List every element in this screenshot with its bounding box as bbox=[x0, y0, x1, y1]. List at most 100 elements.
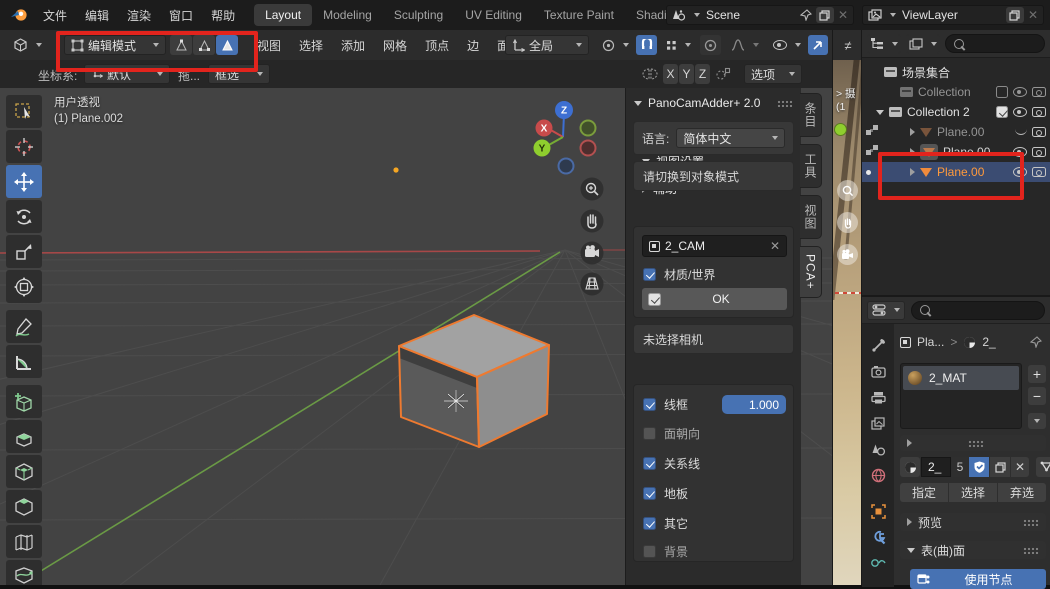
tab-viewlayer-properties[interactable] bbox=[862, 410, 894, 436]
material-browse-button[interactable] bbox=[900, 457, 920, 477]
unlink-scene-icon[interactable]: ✕ bbox=[838, 9, 848, 21]
hidden-eye-icon[interactable] bbox=[1015, 129, 1027, 135]
tab-view[interactable]: 视图 bbox=[800, 195, 822, 239]
surface-panel-header[interactable]: 表(曲)面 bbox=[900, 541, 1046, 559]
axis-z-button[interactable]: Z bbox=[695, 64, 710, 84]
copy-material-button[interactable] bbox=[990, 457, 1010, 477]
relation-lines-checkbox[interactable] bbox=[643, 457, 656, 470]
wireframe-slider[interactable]: 1.000 bbox=[722, 395, 786, 414]
tab-pca-plus[interactable]: PCA+ bbox=[800, 246, 822, 298]
remove-slot-button[interactable]: − bbox=[1028, 387, 1046, 405]
deselect-button[interactable]: 弃选 bbox=[998, 483, 1046, 502]
viewlayer-dropdown-chevron[interactable] bbox=[890, 13, 896, 17]
collection-include-checkbox[interactable] bbox=[996, 106, 1008, 118]
background-checkbox[interactable] bbox=[643, 545, 656, 558]
edge-select-button[interactable] bbox=[193, 35, 215, 55]
annotate-tool[interactable] bbox=[6, 310, 42, 343]
options-dropdown[interactable]: 选项 bbox=[744, 64, 802, 84]
tab-physics-properties[interactable] bbox=[862, 550, 894, 576]
material-slot-row[interactable]: 2_MAT bbox=[903, 366, 1019, 390]
menu-window[interactable]: 窗口 bbox=[160, 4, 202, 26]
orientation-dropdown[interactable]: 全局 bbox=[505, 35, 589, 55]
menu-select[interactable]: 选择 bbox=[290, 34, 332, 56]
outliner-filter-dropdown[interactable] bbox=[906, 34, 940, 54]
move-tool[interactable] bbox=[6, 165, 42, 198]
loop-cut-tool[interactable] bbox=[6, 525, 42, 558]
menu-mesh[interactable]: 网格 bbox=[374, 34, 416, 56]
axis-y-button[interactable]: Y bbox=[679, 64, 694, 84]
wireframe-row[interactable]: 线框 1.000 bbox=[643, 395, 786, 414]
transform-tool[interactable] bbox=[6, 270, 42, 303]
mini-gizmo-y-ball[interactable] bbox=[834, 123, 847, 136]
outliner-row-collection1[interactable]: Collection bbox=[862, 82, 1050, 102]
hide-eye-icon[interactable] bbox=[1013, 87, 1027, 97]
pivot-dropdown[interactable] bbox=[595, 35, 631, 55]
drag-mode-dropdown[interactable]: 框选 bbox=[208, 64, 270, 84]
tab-modeling[interactable]: Modeling bbox=[312, 4, 383, 26]
mini-zoom-button[interactable] bbox=[837, 180, 858, 201]
fake-user-shield-button[interactable] bbox=[969, 457, 989, 477]
remove-viewlayer-icon[interactable]: ✕ bbox=[1028, 9, 1038, 21]
tab-modifier-properties[interactable] bbox=[862, 524, 894, 550]
rotate-tool[interactable] bbox=[6, 200, 42, 233]
snap-settings-icon[interactable] bbox=[716, 67, 731, 80]
scale-tool[interactable] bbox=[6, 235, 42, 268]
gizmos-toggle-button[interactable] bbox=[808, 35, 828, 55]
coord-system-dropdown[interactable]: 默认 bbox=[84, 64, 170, 84]
viewport-3d[interactable]: 用户透视 (1) Plane.002 Z X Y bbox=[0, 88, 832, 585]
select-button[interactable]: 选择 bbox=[949, 483, 997, 502]
unlink-material-button[interactable]: ✕ bbox=[1011, 457, 1029, 477]
tab-layout[interactable]: Layout bbox=[254, 4, 312, 26]
scene-icon[interactable] bbox=[672, 9, 686, 21]
filter-icon[interactable]: ≠ bbox=[844, 38, 851, 53]
new-viewlayer-icon[interactable] bbox=[1006, 7, 1024, 23]
outliner-display-mode-dropdown[interactable] bbox=[867, 34, 901, 54]
pin-icon[interactable] bbox=[1030, 336, 1042, 348]
disable-render-icon[interactable] bbox=[1032, 127, 1046, 137]
viewport-nav-buttons[interactable] bbox=[578, 176, 606, 306]
mini-viewport[interactable]: ≠ > 摄 (1 bbox=[832, 30, 862, 585]
menu-vertex[interactable]: 顶点 bbox=[416, 34, 458, 56]
viewlayer-icon[interactable] bbox=[868, 9, 882, 21]
others-row[interactable]: 其它 bbox=[643, 515, 688, 532]
drag-handle-icon[interactable] bbox=[777, 100, 793, 107]
menu-edit[interactable]: 编辑 bbox=[76, 4, 118, 26]
slot-expander-row[interactable] bbox=[900, 435, 1046, 451]
assign-button[interactable]: 指定 bbox=[900, 483, 948, 502]
expand-icon[interactable] bbox=[910, 128, 915, 136]
background-row[interactable]: 背景 bbox=[643, 543, 688, 560]
proportional-edit-button[interactable] bbox=[700, 35, 721, 55]
breadcrumb-object[interactable]: Pla... bbox=[917, 335, 944, 349]
menu-edge[interactable]: 边 bbox=[458, 34, 488, 56]
properties-editor-type-dropdown[interactable] bbox=[867, 301, 905, 320]
face-orientation-checkbox[interactable] bbox=[643, 427, 656, 440]
tab-object-properties[interactable] bbox=[862, 498, 894, 524]
symmetry-icon[interactable] bbox=[642, 67, 658, 81]
pin-icon[interactable] bbox=[800, 9, 812, 21]
outliner-row-plane-c-selected[interactable]: Plane.00 bbox=[862, 162, 1050, 182]
add-slot-button[interactable]: + bbox=[1028, 365, 1046, 383]
editor-type-dropdown[interactable] bbox=[6, 35, 46, 55]
collection-exclude-checkbox[interactable] bbox=[996, 86, 1008, 98]
snap-toggle-button[interactable] bbox=[636, 35, 657, 55]
tab-output-properties[interactable] bbox=[862, 384, 894, 410]
scene-dropdown-chevron[interactable] bbox=[694, 13, 700, 17]
tab-tool[interactable]: 工具 bbox=[800, 144, 822, 188]
language-dropdown[interactable]: 简体中文 bbox=[676, 128, 785, 148]
outliner-search[interactable] bbox=[945, 34, 1045, 53]
hide-eye-icon[interactable] bbox=[1013, 107, 1027, 117]
inset-faces-tool[interactable] bbox=[6, 455, 42, 488]
menu-help[interactable]: 帮助 bbox=[202, 4, 244, 26]
scene-name[interactable]: Scene bbox=[704, 8, 796, 22]
bevel-tool[interactable] bbox=[6, 490, 42, 523]
material-world-row[interactable]: 材质/世界 bbox=[643, 266, 715, 283]
mini-camera-button[interactable] bbox=[837, 244, 858, 265]
tab-world-properties[interactable] bbox=[862, 462, 894, 488]
preview-panel-header[interactable]: 预览 bbox=[900, 513, 1046, 531]
users-count-badge[interactable]: 5 bbox=[952, 457, 968, 477]
outliner-row-collection2[interactable]: Collection 2 bbox=[862, 102, 1050, 122]
material-world-checkbox[interactable] bbox=[643, 268, 656, 281]
expand-icon[interactable] bbox=[910, 148, 915, 156]
floor-row[interactable]: 地板 bbox=[643, 485, 688, 502]
mini-pan-button[interactable] bbox=[837, 212, 858, 233]
